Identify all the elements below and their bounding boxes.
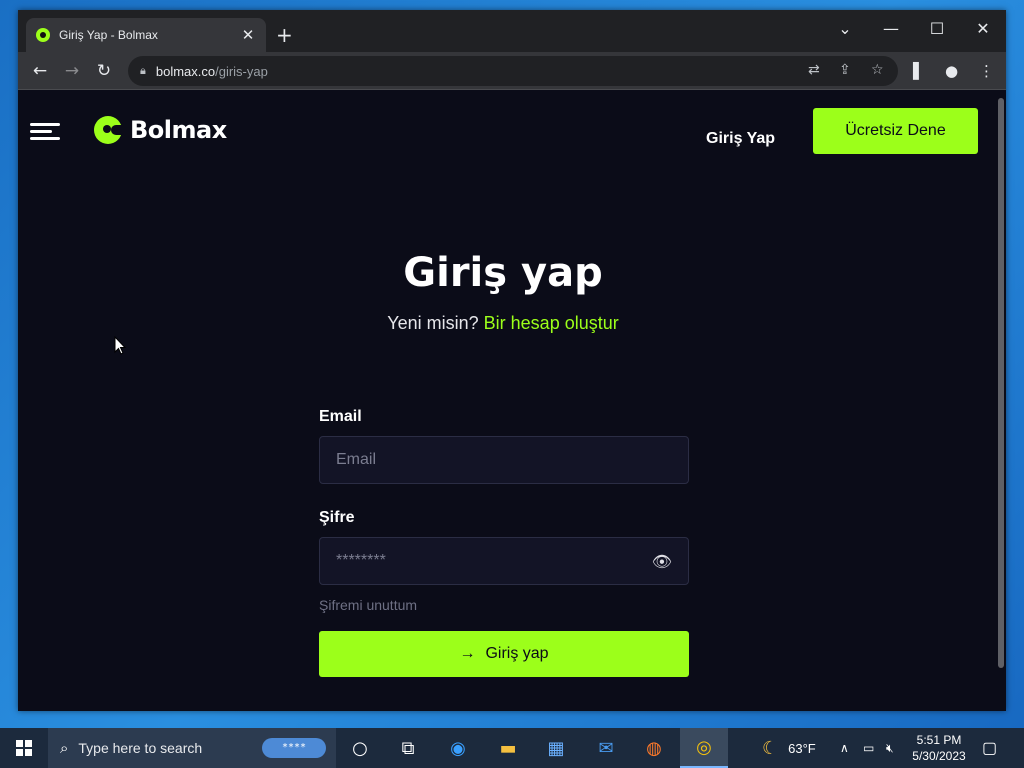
start-button[interactable] xyxy=(0,728,48,768)
firefox-icon[interactable]: ◍ xyxy=(630,728,678,768)
email-label: Email xyxy=(319,408,362,425)
forward-arrow-icon[interactable]: → xyxy=(59,58,85,84)
page-content: Bolmax Giriş Yap Ücretsiz Dene Giriş yap… xyxy=(18,90,1006,711)
free-trial-button[interactable]: Ücretsiz Dene xyxy=(813,108,978,154)
taskbar-clock[interactable]: 5:51 PM 5/30/2023 xyxy=(906,732,972,764)
windows-taskbar: ⌕ Type here to search **** ○ ⧉ ◉ ▬ ▦ ✉ ◍… xyxy=(0,728,1024,768)
maximize-button[interactable]: ☐ xyxy=(914,14,960,44)
profile-icon[interactable]: ● xyxy=(945,62,958,80)
close-window-button[interactable]: ✕ xyxy=(960,14,1006,44)
nav-login-link[interactable]: Giriş Yap xyxy=(706,130,775,148)
bolmax-favicon-icon xyxy=(36,28,50,42)
share-icon[interactable]: ⇪ xyxy=(839,62,851,78)
store-icon[interactable]: ▦ xyxy=(532,728,580,768)
weather-widget[interactable]: ☾ 63°F xyxy=(762,728,816,768)
file-explorer-icon[interactable]: ▬ xyxy=(484,728,532,768)
arrow-right-icon: → xyxy=(459,645,476,662)
url-host: bolmax.co xyxy=(155,63,216,79)
mouse-cursor-icon xyxy=(114,336,126,355)
reload-icon[interactable]: ↻ xyxy=(91,58,117,84)
mail-icon[interactable]: ✉ xyxy=(582,728,630,768)
back-arrow-icon[interactable]: ← xyxy=(27,58,53,84)
site-logo[interactable]: Bolmax xyxy=(94,116,227,144)
tab-bar: Giriş Yap - Bolmax ✕ + ⌄ — ☐ ✕ xyxy=(18,10,1006,52)
moon-icon: ☾ xyxy=(762,737,779,758)
password-badge-icon: **** xyxy=(262,738,326,758)
hamburger-menu-icon[interactable] xyxy=(30,123,60,140)
email-placeholder: Email xyxy=(336,451,377,468)
search-icon: ⌕ xyxy=(60,739,69,757)
login-submit-button[interactable]: → Giriş yap xyxy=(319,631,689,677)
address-bar[interactable]: 🔒︎ bolmax.co /giris-yap ⇄ ⇪ ☆ xyxy=(128,56,898,86)
page-title: Giriş yap xyxy=(403,250,603,296)
cortana-icon[interactable]: ○ xyxy=(336,728,384,768)
tab-search-chevron-icon[interactable]: ⌄ xyxy=(822,14,868,44)
edge-icon[interactable]: ◉ xyxy=(434,728,482,768)
network-icon[interactable]: ▭ xyxy=(863,728,874,768)
signup-prompt: Yeni misin? Bir hesap oluştur xyxy=(18,313,988,334)
show-hidden-icons-chevron-icon[interactable]: ∧ xyxy=(840,728,849,768)
bolmax-logo-icon xyxy=(94,116,124,144)
new-tab-button[interactable]: + xyxy=(276,23,293,47)
clock-date: 5/30/2023 xyxy=(912,749,966,763)
search-placeholder: Type here to search xyxy=(78,740,203,756)
signup-question: Yeni misin? xyxy=(387,313,479,333)
browser-toolbar: ← → ↻ 🔒︎ bolmax.co /giris-yap ⇄ ⇪ ☆ ▌ ● … xyxy=(18,52,1006,90)
password-label: Şifre xyxy=(319,509,355,526)
tab-title: Giriş Yap - Bolmax xyxy=(59,28,158,42)
side-panel-icon[interactable]: ▌ xyxy=(913,62,925,80)
volume-muted-icon[interactable]: 🔇︎ xyxy=(886,728,894,768)
password-value: ******** xyxy=(336,552,386,569)
email-field[interactable]: Email xyxy=(319,436,689,484)
windows-logo-icon xyxy=(16,740,32,756)
show-password-eye-icon[interactable]: 👁︎ xyxy=(652,552,672,571)
url-path: /giris-yap xyxy=(215,63,268,79)
bookmark-star-icon[interactable]: ☆ xyxy=(871,62,884,78)
password-field[interactable]: ******** 👁︎ xyxy=(319,537,689,585)
create-account-link[interactable]: Bir hesap oluştur xyxy=(484,313,619,333)
minimize-button[interactable]: — xyxy=(868,14,914,44)
page-scrollbar[interactable] xyxy=(998,98,1004,668)
clock-time: 5:51 PM xyxy=(916,733,962,747)
chrome-icon[interactable]: ◎ xyxy=(680,728,728,768)
menu-kebab-icon[interactable]: ⋮ xyxy=(979,62,994,80)
lock-icon[interactable]: 🔒︎ xyxy=(140,64,146,78)
logo-text: Bolmax xyxy=(130,116,227,144)
submit-label: Giriş yap xyxy=(485,645,549,662)
tab-close-icon[interactable]: ✕ xyxy=(240,26,256,44)
notifications-icon[interactable]: ▢ xyxy=(982,728,997,768)
browser-window: Giriş Yap - Bolmax ✕ + ⌄ — ☐ ✕ ← → ↻ 🔒︎ … xyxy=(18,10,1006,711)
taskbar-search[interactable]: ⌕ Type here to search **** xyxy=(48,728,336,768)
task-view-icon[interactable]: ⧉ xyxy=(384,728,432,768)
translate-icon[interactable]: ⇄ xyxy=(808,62,820,78)
weather-temp: 63°F xyxy=(788,740,816,756)
tab-active[interactable]: Giriş Yap - Bolmax ✕ xyxy=(26,18,266,52)
forgot-password-link[interactable]: Şifremi unuttum xyxy=(319,597,417,613)
